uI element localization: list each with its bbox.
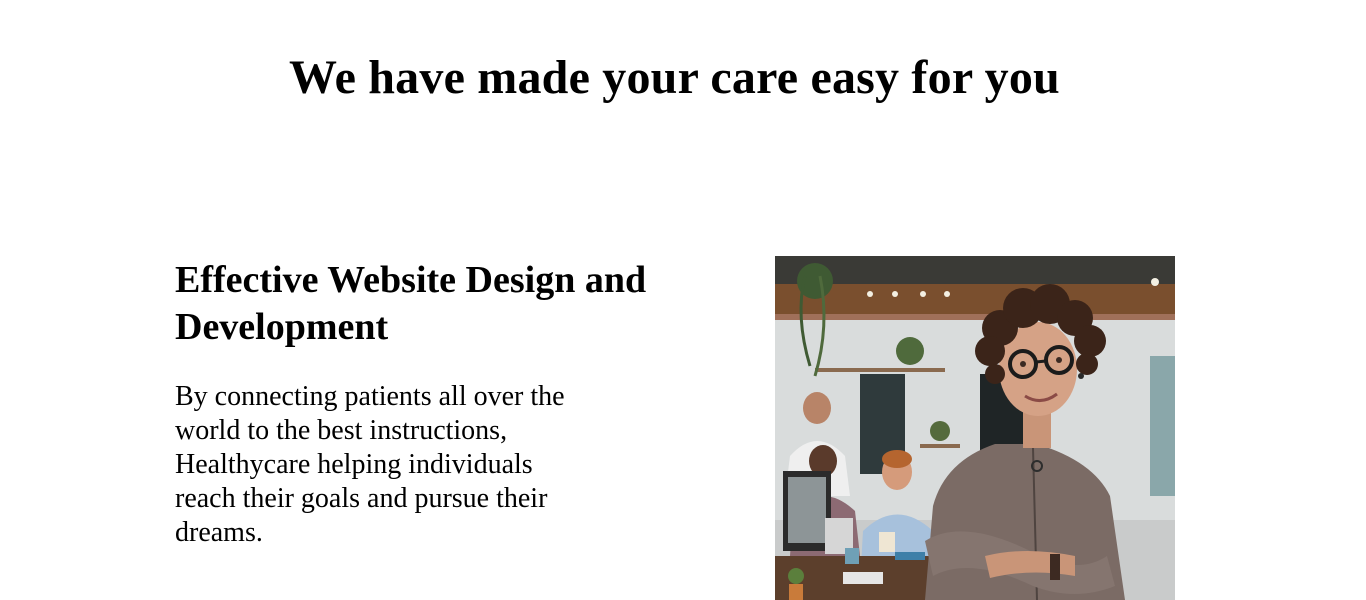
- feature-heading: Effective Website Design and Development: [175, 259, 647, 348]
- feature-description: By connecting patients all over the worl…: [175, 381, 565, 548]
- section-title: We have made your care easy for you: [289, 51, 1060, 104]
- photo-illustration: [775, 256, 1175, 600]
- feature-photo: [775, 256, 1175, 600]
- page: We have made your care easy for you Effe…: [0, 0, 1349, 600]
